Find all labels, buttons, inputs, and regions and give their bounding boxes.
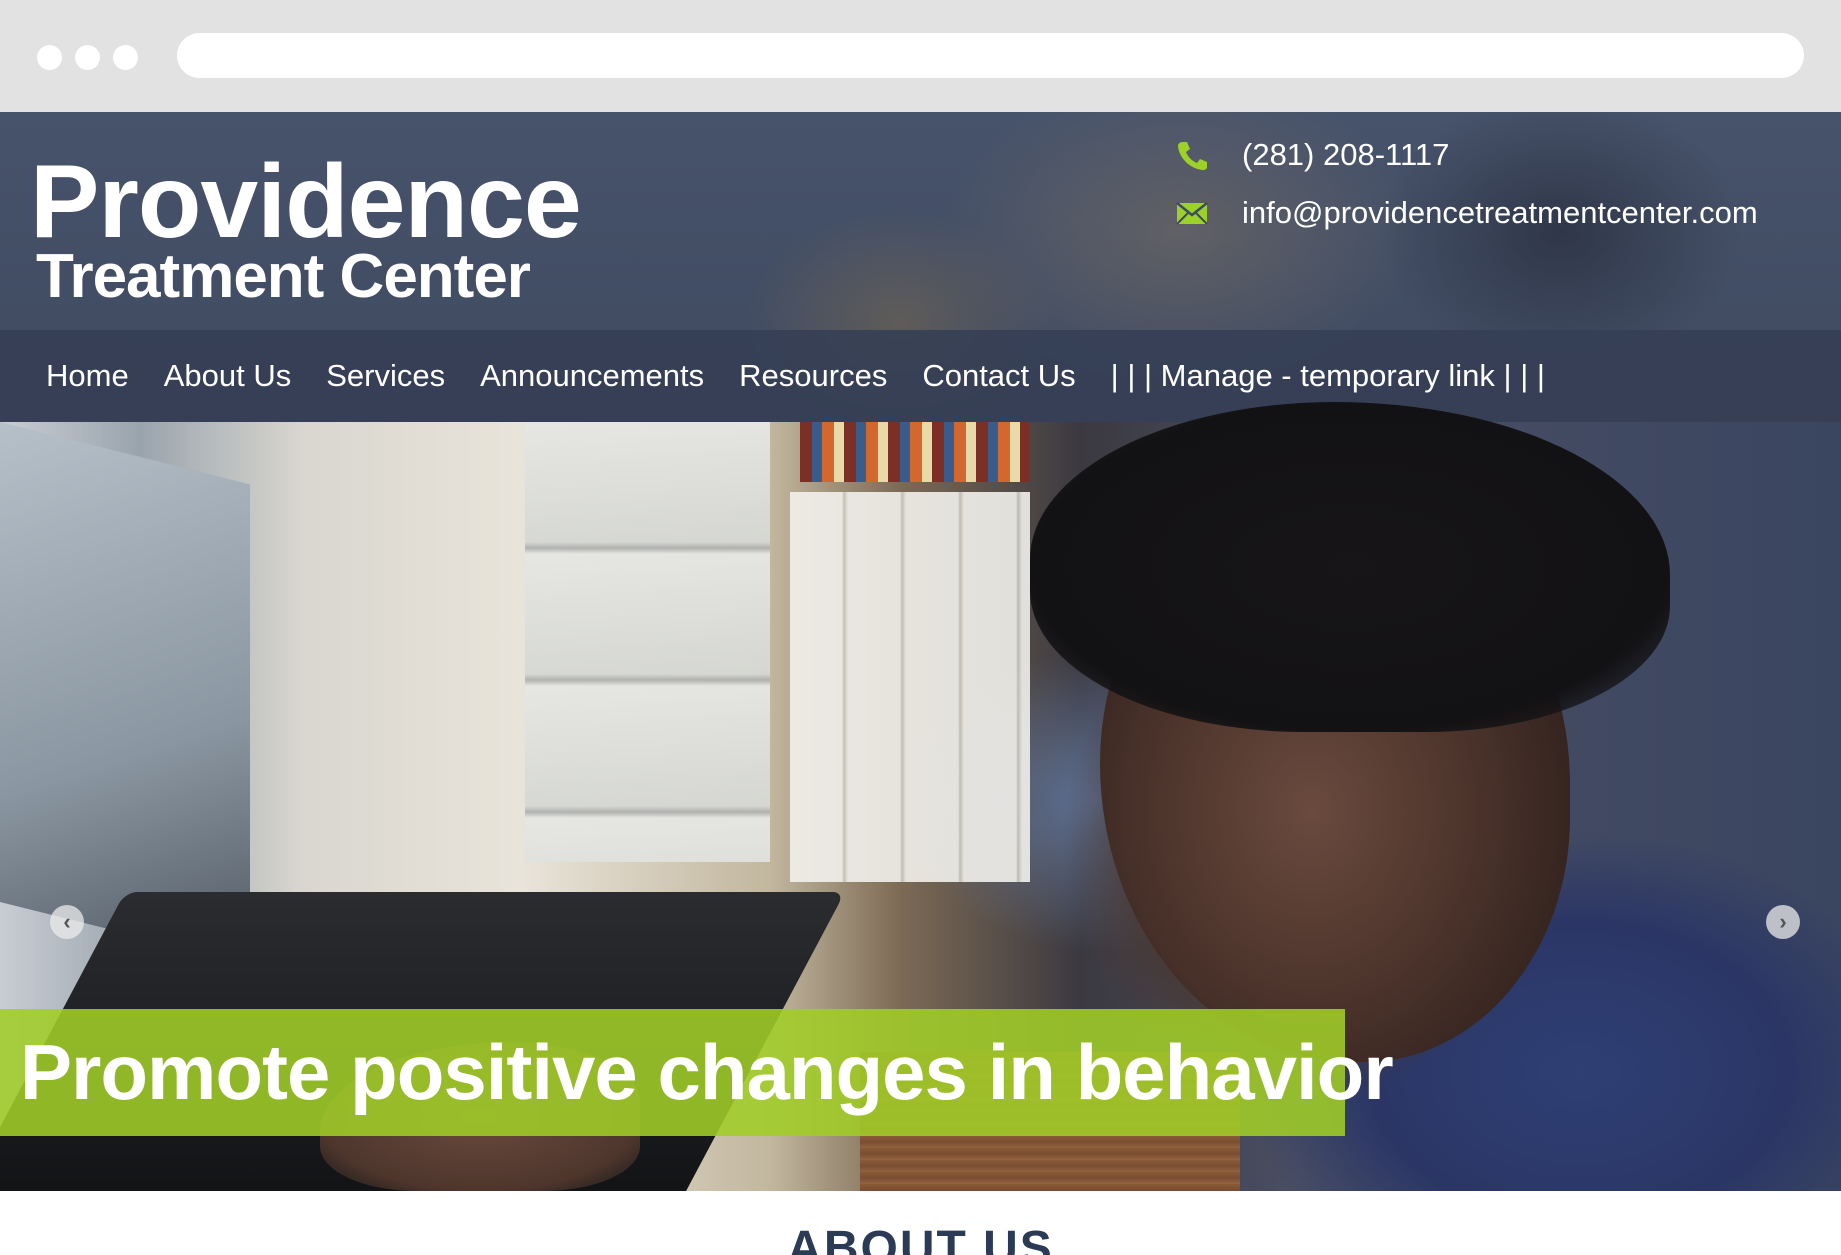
website: Providence Treatment Center (281) 208-11… [0,112,1841,1255]
hero-caption-text: Promote positive changes in behavior [20,1028,1394,1116]
window-control-minimize[interactable] [75,45,100,70]
envelope-icon [1175,198,1209,228]
email-address: info@providencetreatmentcenter.com [1242,195,1758,230]
about-title: ABOUT US [787,1222,1054,1255]
slider-next-arrow-icon[interactable]: › [1766,905,1800,939]
logo-title: Providence [30,144,582,260]
address-bar[interactable] [177,33,1804,78]
logo-subtitle: Treatment Center [36,242,531,311]
nav-item-resources[interactable]: Resources [739,358,887,394]
nav-item-about-us[interactable]: About Us [164,358,292,394]
header-email[interactable]: info@providencetreatmentcenter.com [1175,193,1758,233]
header-phone[interactable]: (281) 208-1117 [1175,135,1449,175]
window-control-maximize[interactable] [113,45,138,70]
hero-photo-hair [1030,402,1670,732]
hero-caption: Promote positive changes in behavior [0,1009,1394,1136]
slider-prev-arrow-icon[interactable]: ‹ [50,905,84,939]
hero-photo-monitor [0,422,250,965]
about-section: ABOUT US [0,1191,1841,1255]
hero-photo-books [800,422,1030,482]
hero-photo-drawers [525,422,770,862]
browser-chrome [0,0,1841,112]
nav-item-contact-us[interactable]: Contact Us [922,358,1075,394]
window-control-close[interactable] [37,45,62,70]
site-logo[interactable]: Providence Treatment Center [30,144,582,311]
header-top: Providence Treatment Center (281) 208-11… [0,112,1841,330]
site-header: Providence Treatment Center (281) 208-11… [0,112,1841,422]
hero-photo-binders [790,492,1030,882]
nav-item-home[interactable]: Home [46,358,129,394]
nav-item-manage[interactable]: | | | Manage - temporary link | | | [1111,358,1545,394]
phone-number: (281) 208-1117 [1242,137,1450,172]
phone-icon [1175,140,1209,170]
nav-item-announcements[interactable]: Announcements [480,358,704,394]
nav-item-services[interactable]: Services [326,358,445,394]
main-nav: Home About Us Services Announcements Res… [0,330,1841,422]
